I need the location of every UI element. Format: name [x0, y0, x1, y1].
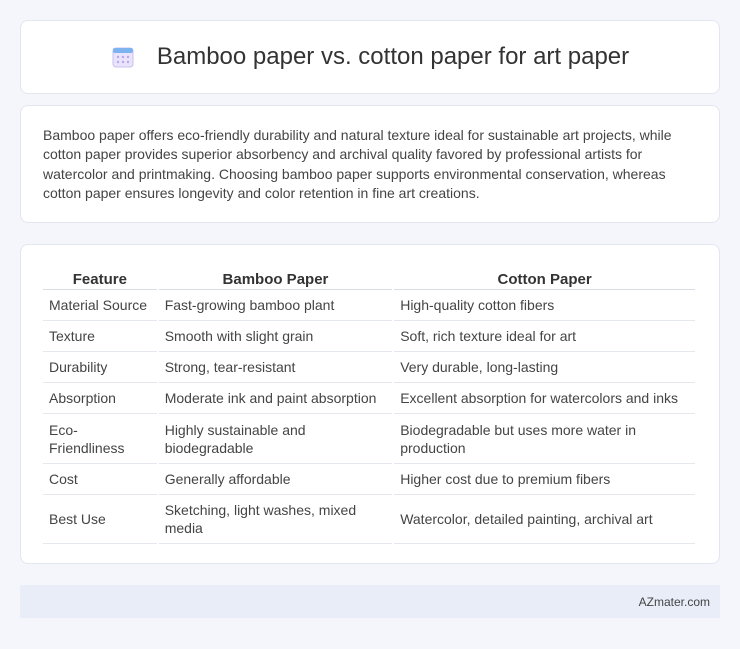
- table-cell: Smooth with slight grain: [158, 321, 393, 352]
- comparison-table-card: Feature Bamboo Paper Cotton Paper Materi…: [20, 244, 720, 564]
- table-row: Cost Generally affordable Higher cost du…: [43, 464, 695, 495]
- table-cell: High-quality cotton fibers: [394, 290, 695, 321]
- table-row: Material Source Fast-growing bamboo plan…: [43, 290, 695, 321]
- table-cell: Excellent absorption for watercolors and…: [394, 383, 695, 414]
- summary-card: Bamboo paper offers eco-friendly durabil…: [20, 105, 720, 223]
- column-header-feature: Feature: [43, 265, 157, 290]
- table-cell: Soft, rich texture ideal for art: [394, 321, 695, 352]
- table-cell: Very durable, long-lasting: [394, 352, 695, 383]
- page-title: Bamboo paper vs. cotton paper for art pa…: [156, 43, 630, 70]
- table-row: Eco-Friendliness Highly sustainable and …: [43, 414, 695, 464]
- table-cell: Texture: [43, 321, 157, 352]
- table-cell: Watercolor, detailed painting, archival …: [394, 495, 695, 544]
- table-header-row: Feature Bamboo Paper Cotton Paper: [43, 265, 695, 290]
- table-cell: Best Use: [43, 495, 157, 544]
- table-row: Best Use Sketching, light washes, mixed …: [43, 495, 695, 544]
- table-cell: Durability: [43, 352, 157, 383]
- table-cell: Biodegradable but uses more water in pro…: [394, 414, 695, 464]
- title-card: Bamboo paper vs. cotton paper for art pa…: [20, 20, 720, 94]
- table-cell: Moderate ink and paint absorption: [158, 383, 393, 414]
- table-cell: Absorption: [43, 383, 157, 414]
- table-cell: Sketching, light washes, mixed media: [158, 495, 393, 544]
- column-header-cotton: Cotton Paper: [394, 265, 695, 290]
- table-cell: Eco-Friendliness: [43, 414, 157, 464]
- footer-site-link[interactable]: AZmater.com: [639, 595, 710, 609]
- column-header-bamboo: Bamboo Paper: [158, 265, 393, 290]
- table-cell: Highly sustainable and biodegradable: [158, 414, 393, 464]
- table-cell: Cost: [43, 464, 157, 495]
- table-cell: Strong, tear-resistant: [158, 352, 393, 383]
- table-row: Durability Strong, tear-resistant Very d…: [43, 352, 695, 383]
- table-row: Texture Smooth with slight grain Soft, r…: [43, 321, 695, 352]
- table-row: Absorption Moderate ink and paint absorp…: [43, 383, 695, 414]
- summary-text: Bamboo paper offers eco-friendly durabil…: [43, 127, 672, 202]
- calendar-icon: [111, 45, 135, 69]
- comparison-table: Feature Bamboo Paper Cotton Paper Materi…: [41, 265, 697, 544]
- table-cell: Higher cost due to premium fibers: [394, 464, 695, 495]
- table-cell: Generally affordable: [158, 464, 393, 495]
- table-cell: Material Source: [43, 290, 157, 321]
- footer: AZmater.com: [20, 585, 720, 618]
- table-cell: Fast-growing bamboo plant: [158, 290, 393, 321]
